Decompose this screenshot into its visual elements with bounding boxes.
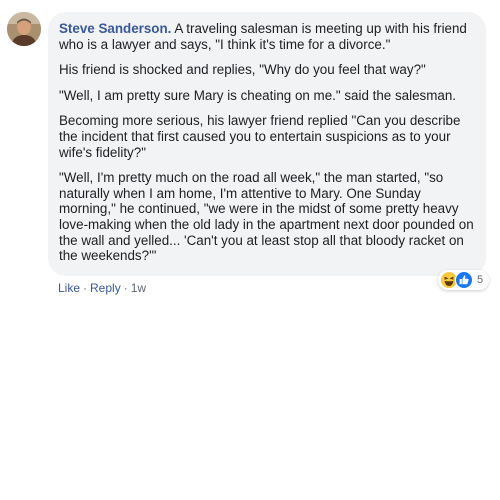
comment-paragraph-5: "Well, I'm pretty much on the road all w… bbox=[59, 170, 474, 264]
comment-paragraph-2: His friend is shocked and replies, "Why … bbox=[59, 62, 426, 78]
reaction-count: 5 bbox=[477, 274, 484, 286]
reactions-summary[interactable]: 5 bbox=[438, 270, 490, 290]
like-icon bbox=[455, 271, 473, 289]
comment-actions: Like · Reply · 1w bbox=[58, 281, 146, 295]
comment-bubble: Steve Sanderson. A traveling salesman is… bbox=[48, 12, 486, 276]
separator: · bbox=[123, 281, 128, 295]
like-button[interactable]: Like bbox=[58, 281, 80, 295]
comment-paragraph-3: "Well, I am pretty sure Mary is cheating… bbox=[59, 87, 457, 103]
comment-author[interactable]: Steve Sanderson. bbox=[59, 21, 171, 36]
reply-button[interactable]: Reply bbox=[90, 281, 121, 295]
comment-paragraph-1: Steve Sanderson. A traveling salesman is… bbox=[59, 21, 474, 52]
timestamp[interactable]: 1w bbox=[131, 281, 146, 295]
profile-photo bbox=[7, 12, 41, 46]
separator: · bbox=[83, 281, 88, 295]
comment-paragraph-4: Becoming more serious, his lawyer friend… bbox=[59, 113, 461, 160]
avatar[interactable] bbox=[7, 12, 41, 46]
